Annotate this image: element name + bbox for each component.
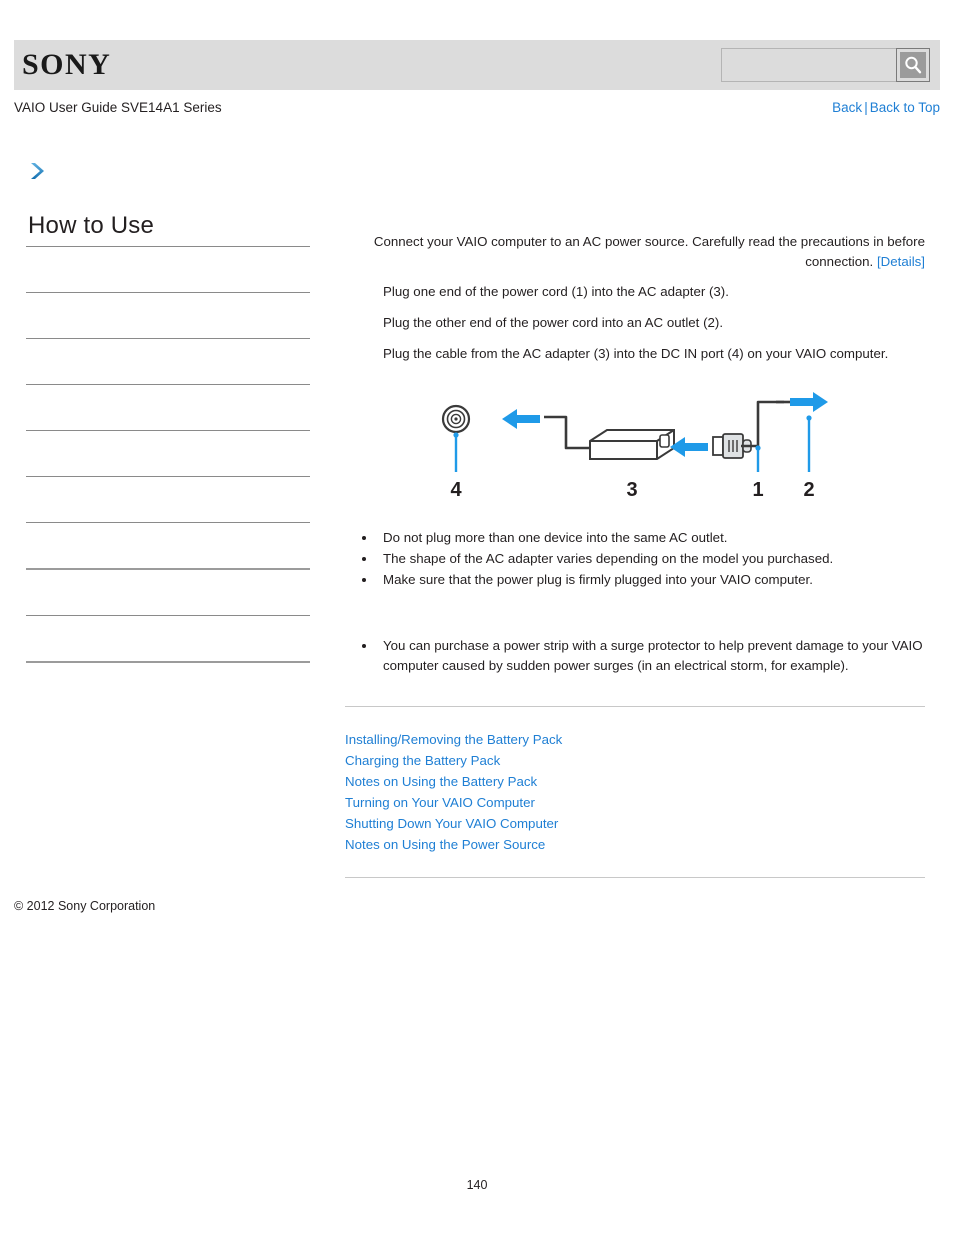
arrow-to-adapter xyxy=(670,437,708,457)
dc-in-port-icon xyxy=(441,404,471,434)
sidebar-item-3[interactable] xyxy=(26,385,310,431)
sidebar-item-1[interactable] xyxy=(26,293,310,339)
related-link[interactable]: Charging the Battery Pack xyxy=(345,753,500,768)
ac-adapter-icon xyxy=(589,429,675,460)
related-link[interactable]: Notes on Using the Battery Pack xyxy=(345,774,537,789)
search-icon xyxy=(900,52,926,78)
note-item: The shape of the AC adapter varies depen… xyxy=(377,549,925,569)
chevron-right-icon[interactable] xyxy=(26,160,48,182)
search-input[interactable] xyxy=(721,48,896,82)
related-link[interactable]: Shutting Down Your VAIO Computer xyxy=(345,816,558,831)
sidebar-item-8[interactable] xyxy=(26,616,310,663)
list-item: Shutting Down Your VAIO Computer xyxy=(345,813,925,834)
svg-text:3: 3 xyxy=(626,479,637,501)
note-item: You can purchase a power strip with a su… xyxy=(377,636,925,676)
site-header: SONY xyxy=(14,40,940,90)
step-list: Plug one end of the power cord (1) into … xyxy=(345,282,925,364)
arrow-to-dc-in xyxy=(502,409,540,429)
sidebar-nav-list xyxy=(26,246,310,663)
back-link[interactable]: Back xyxy=(832,100,862,115)
page-title: How to Use xyxy=(28,212,155,239)
step-item: Plug the other end of the power cord int… xyxy=(383,315,724,330)
list-item: Charging the Battery Pack xyxy=(345,750,925,771)
connection-diagram: 4 3 1 2 xyxy=(345,386,925,504)
sidebar-item-4[interactable] xyxy=(26,431,310,477)
back-to-top-link[interactable]: Back to Top xyxy=(870,100,940,115)
arrow-to-ac-outlet xyxy=(790,392,828,412)
page-number: 140 xyxy=(466,1178,488,1192)
related-link[interactable]: Turning on Your VAIO Computer xyxy=(345,795,535,810)
notes-list-primary: Do not plug more than one device into th… xyxy=(345,528,925,590)
related-link[interactable]: Installing/Removing the Battery Pack xyxy=(345,732,562,747)
notes-list-secondary: You can purchase a power strip with a su… xyxy=(345,636,925,676)
sidebar-item-7[interactable] xyxy=(26,570,310,616)
bottom-divider xyxy=(345,877,925,878)
guide-title: VAIO User Guide SVE14A1 Series xyxy=(14,100,222,115)
sidebar-item-6[interactable] xyxy=(26,523,310,570)
svg-text:4: 4 xyxy=(450,479,462,501)
list-item: Notes on Using the Power Source xyxy=(345,834,925,855)
step-item: Plug the cable from the AC adapter (3) i… xyxy=(383,346,889,361)
sidebar: How to Use xyxy=(26,160,310,663)
list-item: Installing/Removing the Battery Pack xyxy=(345,729,925,750)
section-divider xyxy=(345,706,925,707)
step-item: Plug one end of the power cord (1) into … xyxy=(383,284,729,299)
related-link[interactable]: Notes on Using the Power Source xyxy=(345,837,545,852)
related-links-list: Installing/Removing the Battery Pack Cha… xyxy=(345,729,925,855)
note-item: Do not plug more than one device into th… xyxy=(377,528,925,548)
copyright-text: © 2012 Sony Corporation xyxy=(14,899,156,913)
search-area xyxy=(721,48,930,82)
header-nav-links: Back | Back to Top xyxy=(832,100,940,115)
details-link[interactable]: [Details] xyxy=(877,254,925,269)
sidebar-item-0[interactable] xyxy=(26,247,310,293)
intro-text: Connect your VAIO computer to an AC powe… xyxy=(373,234,925,269)
svg-text:2: 2 xyxy=(803,479,814,501)
svg-text:1: 1 xyxy=(752,479,763,501)
list-item: Notes on Using the Battery Pack xyxy=(345,771,925,792)
sub-header: VAIO User Guide SVE14A1 Series Back | Back… xyxy=(14,100,940,115)
search-button[interactable] xyxy=(896,48,930,82)
sidebar-item-5[interactable] xyxy=(26,477,310,523)
nav-separator: | xyxy=(864,100,868,115)
sony-logo: SONY xyxy=(22,48,112,81)
intro-paragraph: Connect your VAIO computer to an AC powe… xyxy=(345,232,925,272)
main-content: Connect your VAIO computer to an AC powe… xyxy=(345,232,925,878)
note-item: Make sure that the power plug is firmly … xyxy=(377,570,925,590)
list-item: Turning on Your VAIO Computer xyxy=(345,792,925,813)
sidebar-item-2[interactable] xyxy=(26,339,310,385)
